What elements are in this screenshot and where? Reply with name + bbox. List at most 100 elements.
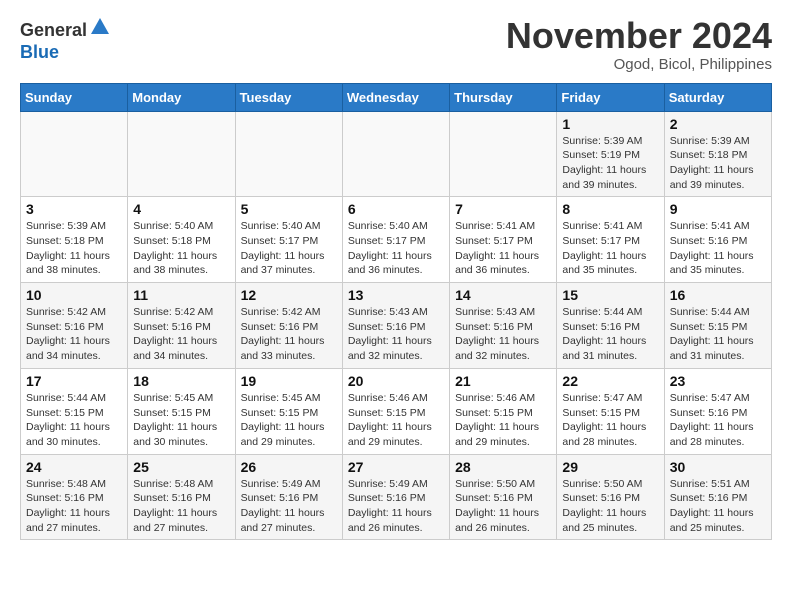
calendar-cell: 17 Sunrise: 5:44 AMSunset: 5:15 PMDaylig… [21,368,128,454]
col-friday: Friday [557,83,664,111]
calendar-cell: 23 Sunrise: 5:47 AMSunset: 5:16 PMDaylig… [664,368,771,454]
calendar-cell [21,111,128,197]
day-info: Sunrise: 5:44 AMSunset: 5:15 PMDaylight:… [670,306,754,362]
day-info: Sunrise: 5:48 AMSunset: 5:16 PMDaylight:… [26,478,110,534]
calendar-cell: 28 Sunrise: 5:50 AMSunset: 5:16 PMDaylig… [450,454,557,540]
calendar-cell: 3 Sunrise: 5:39 AMSunset: 5:18 PMDayligh… [21,197,128,283]
day-info: Sunrise: 5:39 AMSunset: 5:18 PMDaylight:… [26,220,110,276]
logo-blue: Blue [20,43,111,63]
day-info: Sunrise: 5:40 AMSunset: 5:18 PMDaylight:… [133,220,217,276]
calendar-week-1: 1 Sunrise: 5:39 AMSunset: 5:19 PMDayligh… [21,111,772,197]
day-number: 4 [133,201,229,217]
logo: General Blue [20,20,111,62]
col-thursday: Thursday [450,83,557,111]
calendar-cell: 5 Sunrise: 5:40 AMSunset: 5:17 PMDayligh… [235,197,342,283]
day-info: Sunrise: 5:41 AMSunset: 5:17 PMDaylight:… [455,220,539,276]
day-info: Sunrise: 5:49 AMSunset: 5:16 PMDaylight:… [348,478,432,534]
calendar-header-row: Sunday Monday Tuesday Wednesday Thursday… [21,83,772,111]
day-info: Sunrise: 5:42 AMSunset: 5:16 PMDaylight:… [26,306,110,362]
calendar-cell [342,111,449,197]
calendar-cell: 6 Sunrise: 5:40 AMSunset: 5:17 PMDayligh… [342,197,449,283]
col-tuesday: Tuesday [235,83,342,111]
logo-general: General [20,21,87,41]
day-number: 27 [348,459,444,475]
day-number: 16 [670,287,766,303]
day-info: Sunrise: 5:45 AMSunset: 5:15 PMDaylight:… [241,392,325,448]
day-number: 6 [348,201,444,217]
calendar-cell [450,111,557,197]
calendar-week-3: 10 Sunrise: 5:42 AMSunset: 5:16 PMDaylig… [21,283,772,369]
calendar-week-4: 17 Sunrise: 5:44 AMSunset: 5:15 PMDaylig… [21,368,772,454]
calendar-cell: 10 Sunrise: 5:42 AMSunset: 5:16 PMDaylig… [21,283,128,369]
calendar-cell: 16 Sunrise: 5:44 AMSunset: 5:15 PMDaylig… [664,283,771,369]
calendar-cell: 22 Sunrise: 5:47 AMSunset: 5:15 PMDaylig… [557,368,664,454]
day-number: 7 [455,201,551,217]
day-info: Sunrise: 5:40 AMSunset: 5:17 PMDaylight:… [348,220,432,276]
logo-icon [89,16,111,43]
calendar-cell: 2 Sunrise: 5:39 AMSunset: 5:18 PMDayligh… [664,111,771,197]
header: General Blue November 2024 Ogod, Bicol, … [20,16,772,73]
calendar-cell: 4 Sunrise: 5:40 AMSunset: 5:18 PMDayligh… [128,197,235,283]
calendar-cell: 18 Sunrise: 5:45 AMSunset: 5:15 PMDaylig… [128,368,235,454]
day-number: 12 [241,287,337,303]
calendar-cell: 9 Sunrise: 5:41 AMSunset: 5:16 PMDayligh… [664,197,771,283]
day-number: 26 [241,459,337,475]
day-number: 10 [26,287,122,303]
calendar-cell: 8 Sunrise: 5:41 AMSunset: 5:17 PMDayligh… [557,197,664,283]
day-info: Sunrise: 5:49 AMSunset: 5:16 PMDaylight:… [241,478,325,534]
calendar-cell: 14 Sunrise: 5:43 AMSunset: 5:16 PMDaylig… [450,283,557,369]
month-title: November 2024 [506,16,772,56]
day-info: Sunrise: 5:47 AMSunset: 5:16 PMDaylight:… [670,392,754,448]
day-number: 20 [348,373,444,389]
day-info: Sunrise: 5:39 AMSunset: 5:18 PMDaylight:… [670,135,754,191]
calendar-cell: 30 Sunrise: 5:51 AMSunset: 5:16 PMDaylig… [664,454,771,540]
col-saturday: Saturday [664,83,771,111]
title-block: November 2024 Ogod, Bicol, Philippines [506,16,772,73]
calendar-cell: 15 Sunrise: 5:44 AMSunset: 5:16 PMDaylig… [557,283,664,369]
day-info: Sunrise: 5:48 AMSunset: 5:16 PMDaylight:… [133,478,217,534]
day-number: 17 [26,373,122,389]
calendar-cell: 20 Sunrise: 5:46 AMSunset: 5:15 PMDaylig… [342,368,449,454]
day-number: 15 [562,287,658,303]
calendar-cell: 11 Sunrise: 5:42 AMSunset: 5:16 PMDaylig… [128,283,235,369]
day-number: 2 [670,116,766,132]
day-number: 14 [455,287,551,303]
col-monday: Monday [128,83,235,111]
day-info: Sunrise: 5:50 AMSunset: 5:16 PMDaylight:… [562,478,646,534]
day-info: Sunrise: 5:51 AMSunset: 5:16 PMDaylight:… [670,478,754,534]
day-info: Sunrise: 5:46 AMSunset: 5:15 PMDaylight:… [455,392,539,448]
day-info: Sunrise: 5:43 AMSunset: 5:16 PMDaylight:… [455,306,539,362]
col-wednesday: Wednesday [342,83,449,111]
day-number: 24 [26,459,122,475]
day-info: Sunrise: 5:44 AMSunset: 5:15 PMDaylight:… [26,392,110,448]
day-number: 13 [348,287,444,303]
page: General Blue November 2024 Ogod, Bicol, … [0,0,792,556]
day-info: Sunrise: 5:40 AMSunset: 5:17 PMDaylight:… [241,220,325,276]
day-info: Sunrise: 5:42 AMSunset: 5:16 PMDaylight:… [241,306,325,362]
day-number: 1 [562,116,658,132]
col-sunday: Sunday [21,83,128,111]
calendar-week-5: 24 Sunrise: 5:48 AMSunset: 5:16 PMDaylig… [21,454,772,540]
day-number: 11 [133,287,229,303]
calendar-cell: 24 Sunrise: 5:48 AMSunset: 5:16 PMDaylig… [21,454,128,540]
calendar: Sunday Monday Tuesday Wednesday Thursday… [20,83,772,541]
location-subtitle: Ogod, Bicol, Philippines [506,56,772,73]
calendar-cell: 19 Sunrise: 5:45 AMSunset: 5:15 PMDaylig… [235,368,342,454]
day-info: Sunrise: 5:46 AMSunset: 5:15 PMDaylight:… [348,392,432,448]
calendar-cell [235,111,342,197]
day-info: Sunrise: 5:42 AMSunset: 5:16 PMDaylight:… [133,306,217,362]
day-info: Sunrise: 5:50 AMSunset: 5:16 PMDaylight:… [455,478,539,534]
day-info: Sunrise: 5:41 AMSunset: 5:17 PMDaylight:… [562,220,646,276]
day-info: Sunrise: 5:39 AMSunset: 5:19 PMDaylight:… [562,135,646,191]
calendar-cell [128,111,235,197]
day-number: 25 [133,459,229,475]
day-number: 19 [241,373,337,389]
day-number: 28 [455,459,551,475]
day-info: Sunrise: 5:45 AMSunset: 5:15 PMDaylight:… [133,392,217,448]
day-info: Sunrise: 5:47 AMSunset: 5:15 PMDaylight:… [562,392,646,448]
day-info: Sunrise: 5:43 AMSunset: 5:16 PMDaylight:… [348,306,432,362]
day-number: 23 [670,373,766,389]
day-number: 21 [455,373,551,389]
day-number: 9 [670,201,766,217]
calendar-cell: 25 Sunrise: 5:48 AMSunset: 5:16 PMDaylig… [128,454,235,540]
